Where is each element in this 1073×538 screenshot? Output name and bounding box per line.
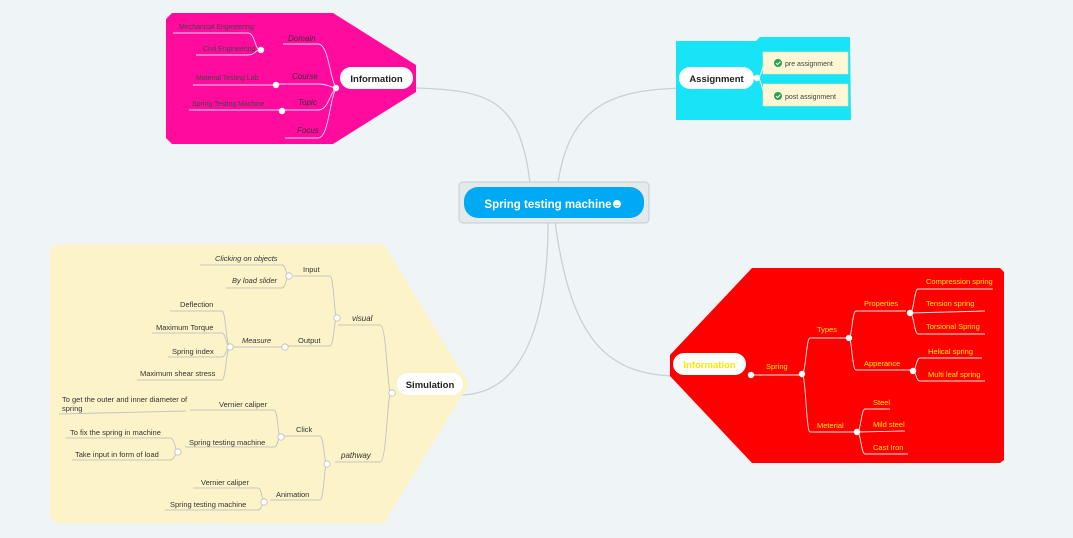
simulation-branch: Simulation visual Input Clicking on obje…	[50, 244, 469, 523]
main-connectors	[414, 87, 683, 396]
sim-measure-child[interactable]: Maximum shear stress	[140, 369, 216, 378]
info-types-label[interactable]: Types	[817, 325, 837, 334]
sim-machine-child[interactable]: To fix the spring in machine	[70, 428, 161, 437]
info-domain-child[interactable]: Civil Engineering	[203, 46, 256, 53]
info-topic-child[interactable]: Spring Testing Machine	[192, 101, 265, 108]
info-bottom-title: Information	[683, 360, 735, 371]
sim-animation-label[interactable]: Animation	[276, 490, 309, 499]
sim-click-machine[interactable]: Spring testing machine	[189, 438, 265, 447]
info-course-label[interactable]: Course	[292, 72, 318, 81]
info-domain-label[interactable]: Domain	[288, 34, 316, 43]
info-properties-child[interactable]: Tension spring	[926, 299, 974, 308]
checkmark-icon	[774, 92, 782, 100]
sim-measure-child[interactable]: Maximum Torque	[156, 323, 213, 332]
sim-output-label[interactable]: Output	[298, 336, 321, 345]
assignment-branch: Assignment pre assignment post assignmen…	[676, 37, 851, 120]
info-top-branch: Information Domain Course Topic Focus Me…	[166, 13, 416, 144]
central-topic-label: Spring testing machine	[484, 199, 611, 211]
sim-measure-child[interactable]: Deflection	[180, 300, 213, 309]
sim-input-child[interactable]: Clicking on objects	[215, 254, 278, 263]
info-course-child[interactable]: Material Testing Lab	[196, 75, 259, 82]
sim-pathway-label[interactable]: pathway	[340, 451, 372, 460]
info-focus-label[interactable]: Focus	[297, 126, 319, 135]
sim-animation-child[interactable]: Spring testing machine	[170, 500, 246, 509]
info-apperance-child[interactable]: Helical spring	[928, 347, 973, 356]
sim-click-vernier[interactable]: Vernier caliper	[219, 400, 267, 409]
info-meterial-label[interactable]: Meterial	[817, 421, 844, 430]
sim-input-label[interactable]: Input	[303, 265, 321, 274]
sim-vernier-child[interactable]: To get the outer and inner diameter of	[62, 395, 188, 404]
assignment-title: Assignment	[689, 74, 744, 85]
info-domain-child[interactable]: Mechanical Engineering	[179, 24, 254, 31]
info-apperance-child[interactable]: Multi leaf spring	[928, 370, 981, 379]
sim-visual-label[interactable]: visual	[352, 314, 373, 323]
connector-info-bottom	[554, 221, 677, 377]
info-meterial-child[interactable]: Cast Iron	[873, 443, 903, 452]
sim-input-child[interactable]: By load slider	[232, 276, 278, 285]
post-assignment-label: post assignment	[785, 94, 836, 101]
info-apperance-label[interactable]: Apperance	[864, 359, 900, 368]
checkmark-icon	[774, 59, 782, 67]
info-meterial-child[interactable]: Mild steel	[873, 420, 905, 429]
info-meterial-child[interactable]: Steel	[873, 398, 890, 407]
connector-info-top	[414, 87, 531, 184]
sim-measure-label[interactable]: Measure	[242, 336, 271, 345]
sim-animation-child[interactable]: Vernier caliper	[201, 478, 249, 487]
mind-map-canvas: Spring testing machine Information Domai…	[50, 13, 1004, 523]
info-bottom-branch: Information Spring Types Properties Comp…	[670, 268, 1004, 463]
connector-simulation	[461, 221, 549, 396]
info-properties-label[interactable]: Properties	[864, 299, 898, 308]
connector-assignment	[557, 87, 683, 184]
pre-assignment-label: pre assignment	[785, 61, 833, 68]
central-topic[interactable]: Spring testing machine	[458, 181, 650, 224]
sim-measure-child[interactable]: Spring index	[172, 347, 214, 356]
smiley-icon	[613, 200, 621, 208]
info-top-title: Information	[350, 74, 402, 85]
info-properties-child[interactable]: Torsional Spring	[926, 322, 980, 331]
sim-machine-child[interactable]: Take input in form of load	[75, 450, 159, 459]
info-spring-label[interactable]: Spring	[766, 362, 788, 371]
info-properties-child[interactable]: Compression spring	[926, 277, 993, 286]
sim-click-label[interactable]: Click	[296, 425, 312, 434]
sim-vernier-child[interactable]: spring	[62, 404, 82, 413]
simulation-title: Simulation	[406, 380, 455, 391]
info-topic-label[interactable]: Topic	[298, 98, 317, 107]
